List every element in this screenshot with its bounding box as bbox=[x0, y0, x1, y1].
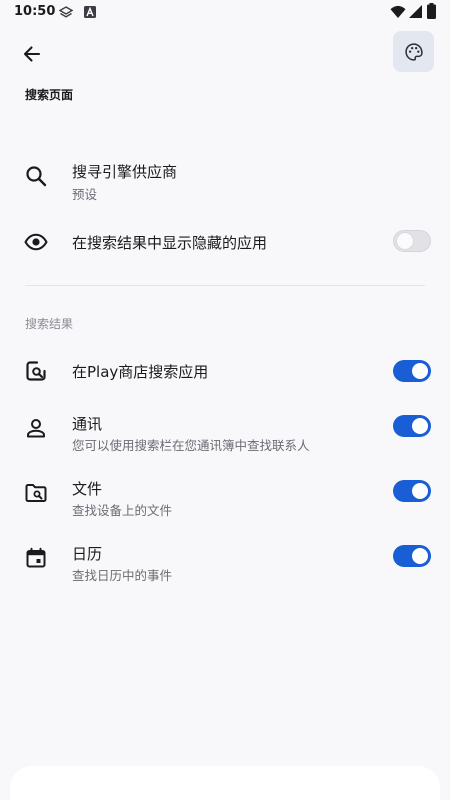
files-row[interactable]: 文件 查找设备上的文件 bbox=[0, 470, 450, 520]
divider bbox=[25, 285, 425, 286]
play-store-search-title: 在Play商店搜索应用 bbox=[72, 363, 209, 381]
page-title: 搜索页面 bbox=[25, 88, 74, 102]
toggle-knob bbox=[397, 233, 413, 249]
calendar-description: 查找日历中的事件 bbox=[72, 568, 173, 583]
contacts-row[interactable]: 通讯 您可以使用搜索栏在您通讯簿中查找联系人 bbox=[0, 405, 450, 455]
wifi-icon bbox=[390, 5, 406, 18]
show-hidden-apps-toggle[interactable] bbox=[393, 230, 431, 252]
search-engine-provider-row[interactable]: 搜寻引擎供应商 预设 bbox=[0, 150, 450, 208]
palette-icon bbox=[404, 42, 423, 61]
status-bar: 10:50 bbox=[0, 0, 450, 26]
show-hidden-apps-title: 在搜索结果中显示隐藏的应用 bbox=[72, 234, 268, 252]
calendar-title: 日历 bbox=[72, 545, 103, 563]
search-icon bbox=[26, 166, 47, 187]
folder-search-icon bbox=[25, 484, 47, 502]
screen: 10:50 搜索页面 搜寻引擎供应商 预设 在搜索结果中显示隐藏的应用 搜索结果… bbox=[0, 0, 450, 800]
layers-icon bbox=[59, 6, 73, 18]
signal-icon bbox=[409, 5, 422, 18]
contacts-toggle[interactable] bbox=[393, 415, 431, 437]
bottom-sheet bbox=[10, 766, 440, 800]
arrow-left-icon bbox=[23, 46, 41, 62]
contacts-description: 您可以使用搜索栏在您通讯簿中查找联系人 bbox=[72, 438, 310, 453]
person-icon bbox=[27, 419, 45, 438]
calendar-icon bbox=[26, 547, 46, 568]
files-description: 查找设备上的文件 bbox=[72, 503, 173, 518]
search-engine-value: 预设 bbox=[72, 187, 98, 202]
battery-icon bbox=[427, 3, 436, 19]
status-time: 10:50 bbox=[14, 4, 56, 19]
toggle-knob bbox=[412, 363, 428, 379]
back-button[interactable] bbox=[14, 36, 50, 72]
play-store-search-row[interactable]: 在Play商店搜索应用 bbox=[0, 350, 450, 392]
play-store-search-toggle[interactable] bbox=[393, 360, 431, 382]
search-engine-title: 搜寻引擎供应商 bbox=[72, 163, 178, 181]
toggle-knob bbox=[412, 483, 428, 499]
contacts-title: 通讯 bbox=[72, 415, 103, 433]
show-hidden-apps-row[interactable]: 在搜索结果中显示隐藏的应用 bbox=[0, 222, 450, 262]
calendar-toggle[interactable] bbox=[393, 545, 431, 567]
theme-palette-button[interactable] bbox=[393, 31, 434, 72]
section-label-search-results: 搜索结果 bbox=[25, 317, 74, 331]
files-title: 文件 bbox=[72, 480, 103, 498]
toggle-knob bbox=[412, 418, 428, 434]
eye-icon bbox=[24, 233, 48, 251]
files-toggle[interactable] bbox=[393, 480, 431, 502]
calendar-row[interactable]: 日历 查找日历中的事件 bbox=[0, 535, 450, 585]
play-store-search-icon bbox=[26, 361, 46, 381]
toggle-knob bbox=[412, 548, 428, 564]
a-badge-icon bbox=[84, 6, 96, 18]
